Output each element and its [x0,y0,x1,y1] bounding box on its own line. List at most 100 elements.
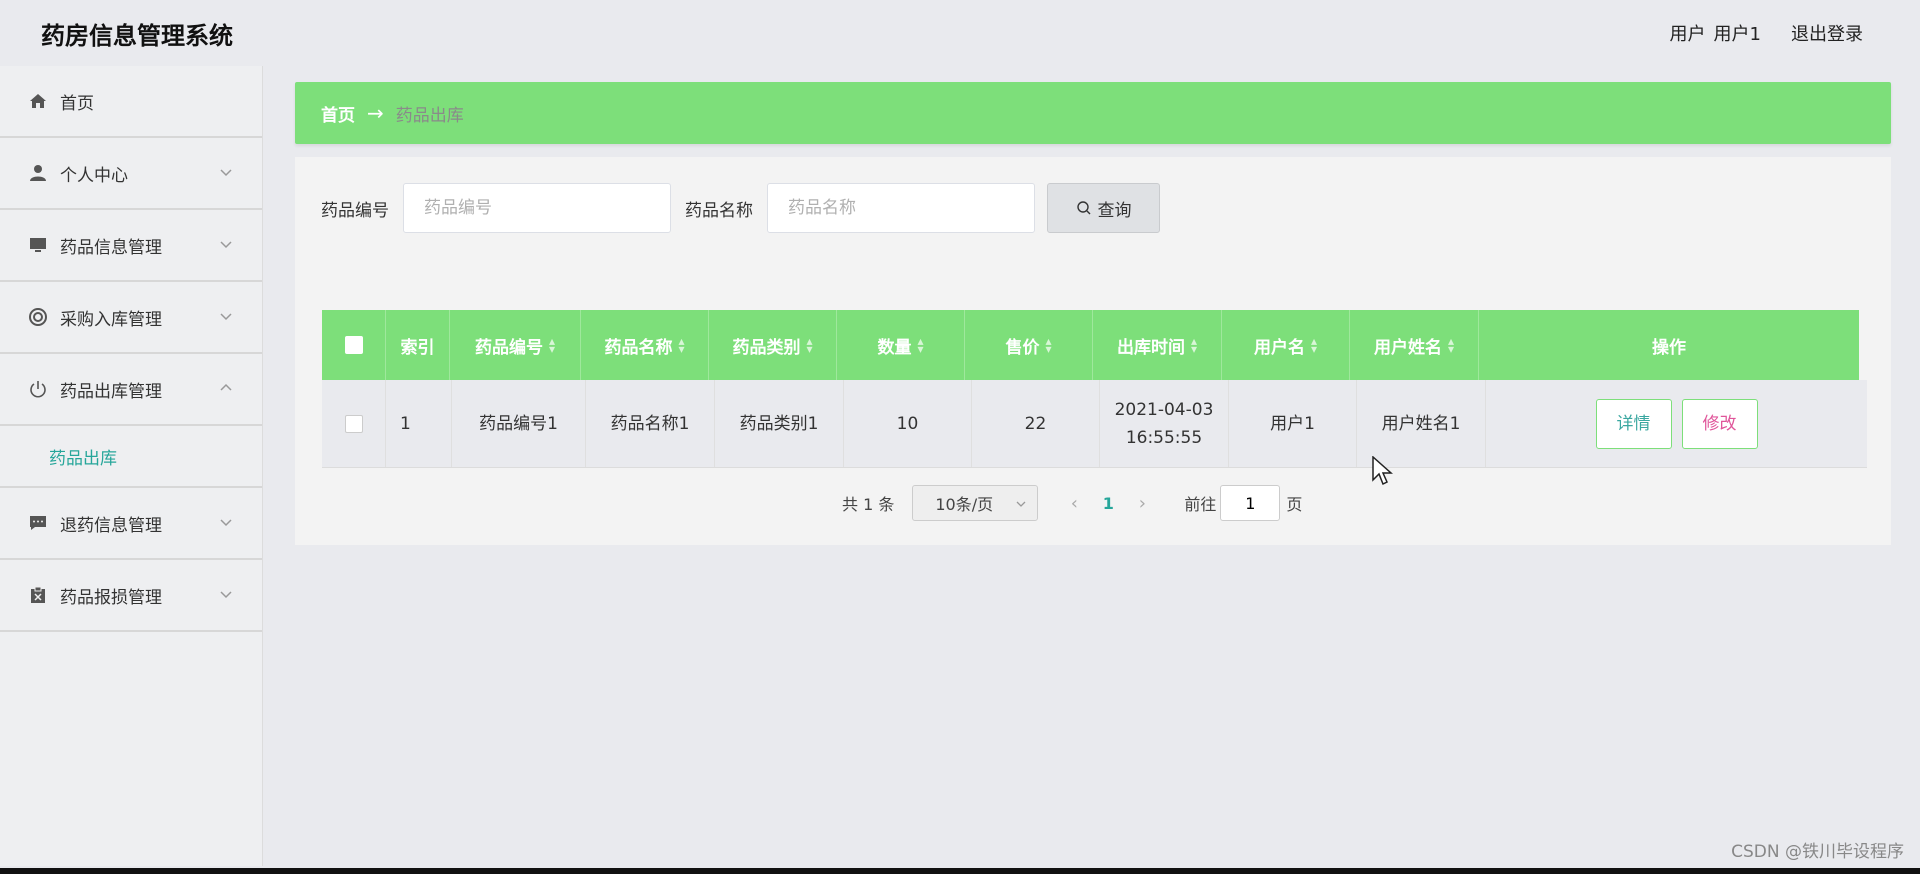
sidebar-item-label: 药品报损管理 [60,587,162,608]
mouse-cursor-icon [1372,456,1393,486]
sort-icon: ▴ ▾ [806,334,813,356]
sidebar-item-purchase[interactable]: 采购入库管理 [0,282,262,354]
table-row: 1 药品编号1 药品名称1 药品类别1 10 22 2021-04-03 16:… [322,380,1867,468]
chevron-down-icon [220,241,232,249]
cell-price: 22 [972,380,1100,467]
select-all-checkbox[interactable] [344,336,363,354]
search-icon [1076,201,1090,215]
col-header-sortable[interactable]: 数量 ▴ ▾ [837,310,965,380]
sort-icon: ▴ ▾ [1190,334,1198,356]
sidebar-item-label: 药品出库管理 [60,381,162,402]
sidebar-item-label: 个人中心 [60,165,128,186]
prev-page-button[interactable]: ‹ [1064,493,1084,514]
content-panel: 药品编号 药品名称 查询 索引 药品编号▴▾ 药品名称▴▾ 药品类别▴▾ 数量▴… [295,157,1891,545]
chevron-up-icon [220,383,232,391]
sidebar-item-drug-info[interactable]: 药品信息管理 [0,210,262,282]
user-name: 用户1 [1713,24,1761,45]
cell-username: 用户1 [1229,380,1357,467]
person-icon [28,163,48,183]
sort-icon: ▴ ▾ [1447,334,1455,356]
chevron-down-icon [220,591,232,599]
code-label: 药品编号 [321,200,389,221]
col-header: 索引 [386,310,450,380]
col-header-sortable[interactable]: 药品类别 ▴ ▾ [709,310,837,380]
col-header-label: 药品类别 [732,337,801,358]
pagination-total: 共 1 条 [842,495,895,514]
home-icon [28,91,48,111]
chevron-down-icon [220,519,232,527]
chevron-down-icon [1016,501,1026,507]
page-size-select[interactable]: 10条/页 [912,485,1039,521]
chat-icon [28,513,48,533]
goto-page-input[interactable] [1220,485,1281,521]
page-number[interactable]: 1 [1084,494,1132,513]
cell-index: 1 [386,380,452,467]
col-header-sortable[interactable]: 出库时间 ▴ ▾ [1093,310,1222,380]
col-header-label: 用户姓名 [1373,337,1442,358]
cell-date-day: 2021-04-03 [1114,399,1214,420]
power-icon [28,379,48,399]
col-header-sortable[interactable]: 药品名称 ▴ ▾ [581,310,709,380]
monitor-icon [28,235,48,255]
col-header-sortable[interactable]: 药品编号 ▴ ▾ [450,310,581,380]
chevron-down-icon [220,313,232,321]
arrow-right-icon: → [367,101,384,125]
cell-actions: 详情 修改 [1486,380,1867,467]
cell-category: 药品类别1 [715,380,844,467]
cell-quantity: 10 [844,380,972,467]
goto-label: 前往 [1184,495,1217,514]
sidebar-item-label: 首页 [60,93,94,114]
data-table: 索引 药品编号 ▴ ▾ 药品名称 ▴ ▾ 药品类别 ▴ ▾ 数量 ▴ ▾ 售价 ▴ ▾ 出库时间 ▴ ▾… [322,310,1867,468]
row-checkbox[interactable] [344,414,363,433]
user-info[interactable]: 用户 用户1 [1670,20,1761,46]
lifebuoy-icon [28,307,48,327]
search-row: 药品编号 药品名称 查询 [321,183,1160,233]
sort-icon: ▴ ▾ [678,334,685,356]
sidebar-item-label: 退药信息管理 [60,515,162,536]
clipboard-x-icon [28,585,48,605]
search-button-label: 查询 [1097,200,1132,221]
sidebar-subitem-outbound[interactable]: 药品出库 [0,426,262,488]
sidebar-item-return[interactable]: 退药信息管理 [0,488,262,560]
watermark: CSDN @铁川毕设程序 [1731,842,1904,862]
breadcrumb: 首页 → 药品出库 [295,82,1891,144]
row-select-cell [322,380,386,467]
cell-date-time: 16:55:55 [1125,427,1203,448]
edit-button[interactable]: 修改 [1681,398,1758,449]
sidebar-item-personal[interactable]: 个人中心 [0,138,262,210]
table-header: 索引 药品编号 ▴ ▾ 药品名称 ▴ ▾ 药品类别 ▴ ▾ 数量 ▴ ▾ 售价 ▴ ▾ 出库时间 ▴ ▾… [322,310,1859,380]
user-label: 用户 [1669,24,1706,45]
col-header-sortable[interactable]: 用户名 ▴ ▾ [1222,310,1350,380]
app-title: 药房信息管理系统 [41,22,233,50]
page-suffix: 页 [1286,495,1303,514]
col-header-sortable[interactable]: 用户姓名 ▴ ▾ [1350,310,1479,380]
col-header-sortable[interactable]: 售价 ▴ ▾ [965,310,1093,380]
code-input[interactable] [403,183,671,233]
sidebar-item-outbound[interactable]: 药品出库管理 [0,354,262,426]
bottom-bar [0,868,1920,874]
sidebar-item-damage[interactable]: 药品报损管理 [0,560,262,632]
sort-icon: ▴ ▾ [1310,334,1318,356]
col-header-label: 用户名 [1253,337,1305,358]
sidebar-item-label: 采购入库管理 [60,309,162,330]
detail-button[interactable]: 详情 [1595,398,1672,449]
name-input[interactable] [767,183,1035,233]
search-button[interactable]: 查询 [1047,183,1160,233]
name-label: 药品名称 [685,200,753,221]
chevron-down-icon [220,169,232,177]
page-size-value: 10条/页 [935,495,994,514]
sidebar: 首页 个人中心 药品信息管理 采购入库管理 药品出库管理 药品出库 退药信息管理 [0,66,263,866]
col-header-label: 出库时间 [1116,337,1185,358]
col-header-label: 药品编号 [474,337,543,358]
breadcrumb-home[interactable]: 首页 [321,101,355,126]
sidebar-item-home[interactable]: 首页 [0,66,262,138]
header-right: 用户 用户1 退出登录 [1670,20,1863,46]
breadcrumb-current: 药品出库 [395,105,464,126]
cell-code: 药品编号1 [452,380,586,467]
select-all-cell [322,310,386,380]
cell-date: 2021-04-03 16:55:55 [1100,380,1229,467]
sort-icon: ▴ ▾ [1045,334,1052,356]
cell-name: 药品名称1 [586,380,715,467]
logout-button[interactable]: 退出登录 [1791,20,1863,46]
next-page-button[interactable]: › [1132,493,1152,514]
